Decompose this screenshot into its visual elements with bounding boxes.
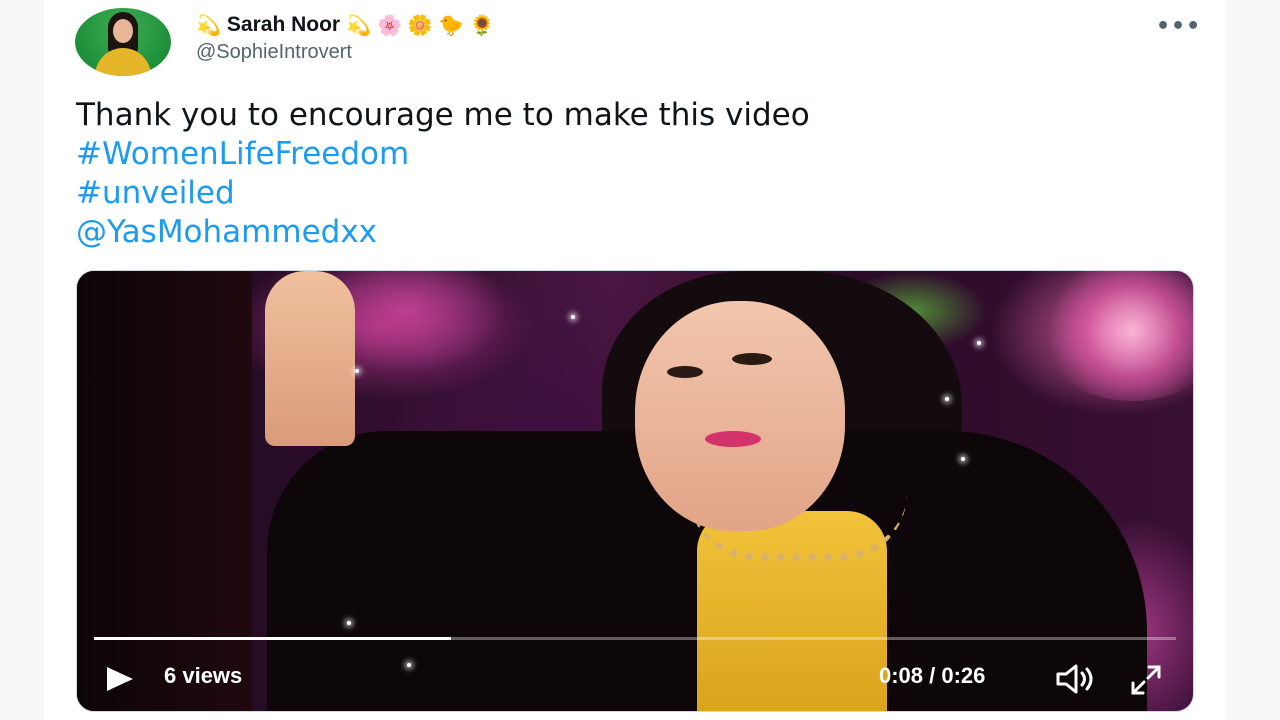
daisy-emoji: 🌼 [407,13,433,37]
video-time: 0:08 / 0:26 [879,663,986,688]
mention-link[interactable]: @YasMohammedxx [76,213,810,252]
right-gutter [1227,0,1280,720]
sparkle [977,341,981,345]
video-progress-fill [94,637,452,640]
volume-icon[interactable] [1055,663,1099,695]
sparkle [961,457,965,461]
fullscreen-icon[interactable] [1129,663,1163,697]
flower-emoji: 🌸 [377,13,402,37]
left-gutter [0,0,43,720]
sunflower-emoji: 🌻 [469,13,495,37]
flower-glow [1037,271,1193,401]
view-count: 6 views [164,663,243,688]
video-controls: 6 views 0:08 / 0:26 [77,641,1193,711]
author-display-name[interactable]: Sarah Noor [227,13,340,37]
sparkle [945,397,949,401]
chick-emoji: 🐤 [438,13,464,37]
play-icon[interactable] [107,667,133,691]
hashtag-link[interactable]: #unveiled [76,174,810,213]
author-handle[interactable]: @SophieIntrovert [196,41,352,64]
avatar-face [113,19,133,43]
sparkle [355,369,359,373]
video-person-arm [265,271,355,446]
tweet-text: Thank you to encourage me to make this v… [76,96,810,252]
tweet-text-line: Thank you to encourage me to make this v… [76,97,810,133]
avatar-dress [95,48,151,76]
sparkle-emoji: 💫 [196,13,221,37]
author-name-row[interactable]: 💫 Sarah Noor 💫 🌸 🌼 🐤 🌻 [196,10,495,40]
sparkle [571,315,575,319]
avatar[interactable] [75,8,171,76]
sparkle [347,621,351,625]
sparkle-emoji: 💫 [346,13,372,37]
video-person-eye [667,366,703,378]
video-person-eye [732,353,772,365]
video-person-face [635,301,845,531]
hashtag-link[interactable]: #WomenLifeFreedom [76,135,810,174]
video-person-lips [705,431,761,447]
video-player[interactable]: 6 views 0:08 / 0:26 [76,270,1194,712]
video-progress-bar[interactable] [94,637,1176,640]
more-icon[interactable]: ••• [1156,14,1201,39]
